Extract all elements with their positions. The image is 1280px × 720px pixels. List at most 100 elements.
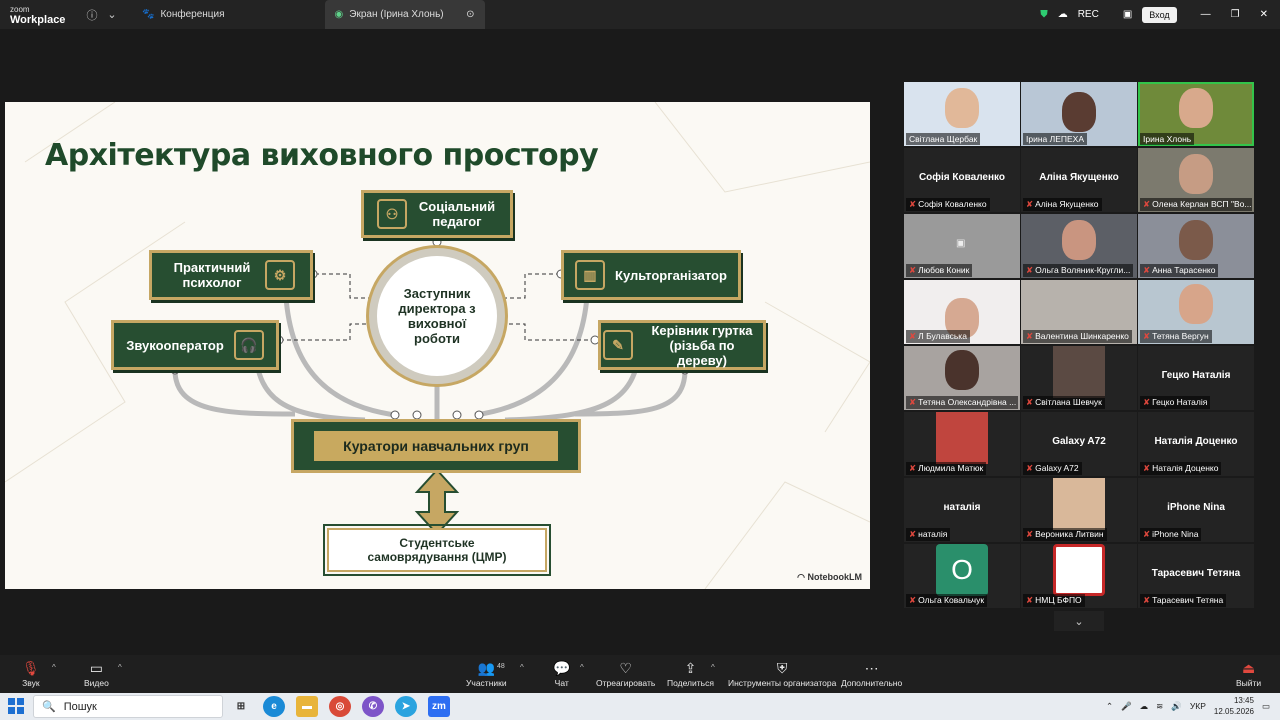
taskbar-search[interactable]: 🔍 Пошук [33, 695, 223, 718]
edge-browser-icon[interactable]: e [263, 696, 285, 717]
cloud-icon[interactable]: ☁ [1140, 701, 1149, 712]
signin-button[interactable]: Вход [1142, 6, 1177, 23]
node-curators: Куратори навчальних груп [291, 419, 581, 473]
telegram-icon[interactable]: ➤ [395, 696, 417, 717]
mic-muted-icon: ✘ [1026, 199, 1034, 209]
video-options-caret[interactable]: ^ [118, 663, 122, 672]
mic-muted-icon: ✘ [1026, 397, 1034, 407]
view-icon[interactable]: ▣ [1123, 9, 1132, 20]
more-button[interactable]: ⋯ Дополнительно [841, 658, 902, 689]
video-feed [1179, 88, 1213, 128]
participant-tile[interactable]: наталія ✘ наталія [904, 478, 1020, 542]
participant-tile[interactable]: ✘ Л Булавська [904, 280, 1020, 344]
microphone-icon[interactable]: 🎤 [1121, 701, 1132, 712]
audio-button[interactable]: 🎙 Звук [22, 658, 40, 689]
chisel-icon: ✎ [603, 330, 633, 360]
tab-screen-share[interactable]: ◉ Экран (Ірина Хлонь) ⊙ [324, 0, 485, 29]
node-cultural-organizer: ▥ Культорганізатор [561, 250, 741, 300]
node-sound-operator: Звукооператор 🎧 [111, 320, 279, 370]
chat-options-caret[interactable]: ^ [580, 663, 584, 672]
participant-tile[interactable]: ▣ ✘ Любов Коник [904, 214, 1020, 278]
participant-tile[interactable]: ✘ Ольга Воляник-Кругли... [1021, 214, 1137, 278]
mic-muted-icon: ✘ [1026, 529, 1034, 539]
participant-tile[interactable]: ✘ Олена Керлан ВСП "Во... [1138, 148, 1254, 212]
clock[interactable]: 13:45 12.05.2026 [1214, 695, 1254, 717]
close-icon[interactable]: ✕ [1260, 9, 1268, 20]
participant-tile[interactable]: Гецко Наталія ✘ Гецко Наталія [1138, 346, 1254, 410]
participant-tile[interactable]: iPhone Nina ✘ iPhone Nina [1138, 478, 1254, 542]
video-button[interactable]: ▭ Видео [84, 658, 109, 689]
minimize-icon[interactable]: — [1201, 9, 1211, 20]
wifi-icon[interactable]: ≋ [1156, 701, 1163, 712]
leave-button[interactable]: ⏏ Выйти [1236, 658, 1261, 689]
participant-tile[interactable]: Світлана Щербак [904, 82, 1020, 146]
tab-meeting[interactable]: 🐾 Конференция [132, 0, 235, 29]
mic-muted-icon: ✘ [1143, 331, 1151, 341]
mic-muted-icon: ✘ [909, 529, 917, 539]
windows-start-button[interactable] [8, 698, 24, 714]
share-button[interactable]: ⇪ Поделиться [667, 658, 714, 689]
security-shield-icon[interactable]: ⛊ [1040, 9, 1048, 20]
task-view-icon[interactable]: ⊞ [230, 696, 252, 717]
paw-icon: 🐾 [142, 9, 155, 20]
participant-tile[interactable]: Ірина ЛЕПЕХА [1021, 82, 1137, 146]
zoom-app-icon[interactable]: zm [428, 696, 450, 717]
more-options-icon[interactable]: ⊙ [466, 9, 474, 20]
participant-tile[interactable]: ✘ Валентина Шинкаренко [1021, 280, 1137, 344]
rec-label[interactable]: REC [1078, 9, 1099, 20]
more-icon: ⋯ [864, 659, 879, 676]
mic-muted-icon: ✘ [909, 265, 917, 275]
participant-tile[interactable]: ✘ Світлана Шевчук [1021, 346, 1137, 410]
viber-icon[interactable]: ✆ [362, 696, 384, 717]
zoom-title-bar: zoom Workplace ⓘ ⌄ 🐾 Конференция ◉ Экран… [0, 0, 1280, 29]
participant-tile[interactable]: Наталія Доценко ✘ Наталія Доценко [1138, 412, 1254, 476]
gallery-scroll-down-button[interactable]: ⌄ [1054, 611, 1104, 631]
participant-tile[interactable]: ✘ Людмила Матюк [904, 412, 1020, 476]
video-feed [1062, 220, 1096, 260]
file-explorer-icon[interactable]: ▬ [296, 696, 318, 717]
participants-options-caret[interactable]: ^ [520, 663, 524, 672]
profile-photo [936, 412, 988, 464]
meeting-toolbar: 🎙 Звук ^ ▭ Видео ^ 👥 Участники 48 ^ 💬 Ча… [0, 655, 1280, 693]
participants-icon: 👥 [477, 659, 496, 676]
share-options-caret[interactable]: ^ [711, 663, 715, 672]
participant-tile[interactable]: Тарасевич Тетяна ✘ Тарасевич Тетяна [1138, 544, 1254, 608]
mic-muted-icon: ✘ [1143, 265, 1151, 275]
mic-muted-icon: ✘ [1026, 265, 1034, 275]
cloud-record-icon: ☁ [1057, 9, 1068, 20]
participant-tile-active-speaker[interactable]: Ірина Хлонь [1138, 82, 1254, 146]
react-button[interactable]: ♡ Отреагировать [596, 658, 655, 689]
host-tools-button[interactable]: ⛨ Инструменты организатора [728, 658, 836, 689]
participant-tile[interactable]: ✘ Тетяна Олександрівна ... [904, 346, 1020, 410]
mic-muted-icon: ✘ [1143, 529, 1151, 539]
heart-icon: ♡ [619, 659, 632, 676]
participant-tile[interactable]: Galaxy A72 ✘ Galaxy A72 [1021, 412, 1137, 476]
info-icon[interactable]: ⓘ [82, 5, 102, 25]
participant-tile[interactable]: ✘ Тетяна Вергун [1138, 280, 1254, 344]
notification-icon[interactable]: ▭ [1262, 701, 1270, 712]
participant-tile[interactable]: ✘ Анна Тарасенко [1138, 214, 1254, 278]
chevron-down-icon[interactable]: ⌄ [102, 5, 122, 25]
chrome-icon[interactable]: ◎ [329, 696, 351, 717]
participant-tile[interactable]: O ✘ Ольга Ковальчук [904, 544, 1020, 608]
zoom-logo: zoom Workplace [10, 4, 66, 26]
slide-title: Архітектура виховного простору [45, 138, 599, 173]
hub-deputy-director: Заступник директора з виховної роботи [369, 248, 505, 384]
participant-tile[interactable]: ✘ Вероника Литвин [1021, 478, 1137, 542]
tray-chevron-icon[interactable]: ⌃ [1106, 701, 1113, 712]
mic-muted-icon: ✘ [1026, 331, 1034, 341]
participant-tile[interactable]: ✘ НМЦ БФПО [1021, 544, 1137, 608]
chat-button[interactable]: 💬 Чат [553, 658, 570, 689]
language-indicator[interactable]: УКР [1190, 701, 1206, 711]
audio-options-caret[interactable]: ^ [52, 663, 56, 672]
theater-icon: ▥ [575, 260, 606, 290]
volume-icon[interactable]: 🔊 [1171, 701, 1182, 712]
mic-muted-icon: ✘ [1143, 397, 1151, 407]
mic-muted-icon: ✘ [909, 331, 917, 341]
people-icon: ⚇ [377, 199, 407, 229]
video-feed [1179, 154, 1213, 194]
participant-tile[interactable]: Софія Коваленко ✘ Софія Коваленко [904, 148, 1020, 212]
participant-tile[interactable]: Аліна Якущенко ✘ Аліна Якущенко [1021, 148, 1137, 212]
double-arrow [414, 468, 460, 536]
restore-icon[interactable]: ❐ [1231, 9, 1240, 20]
